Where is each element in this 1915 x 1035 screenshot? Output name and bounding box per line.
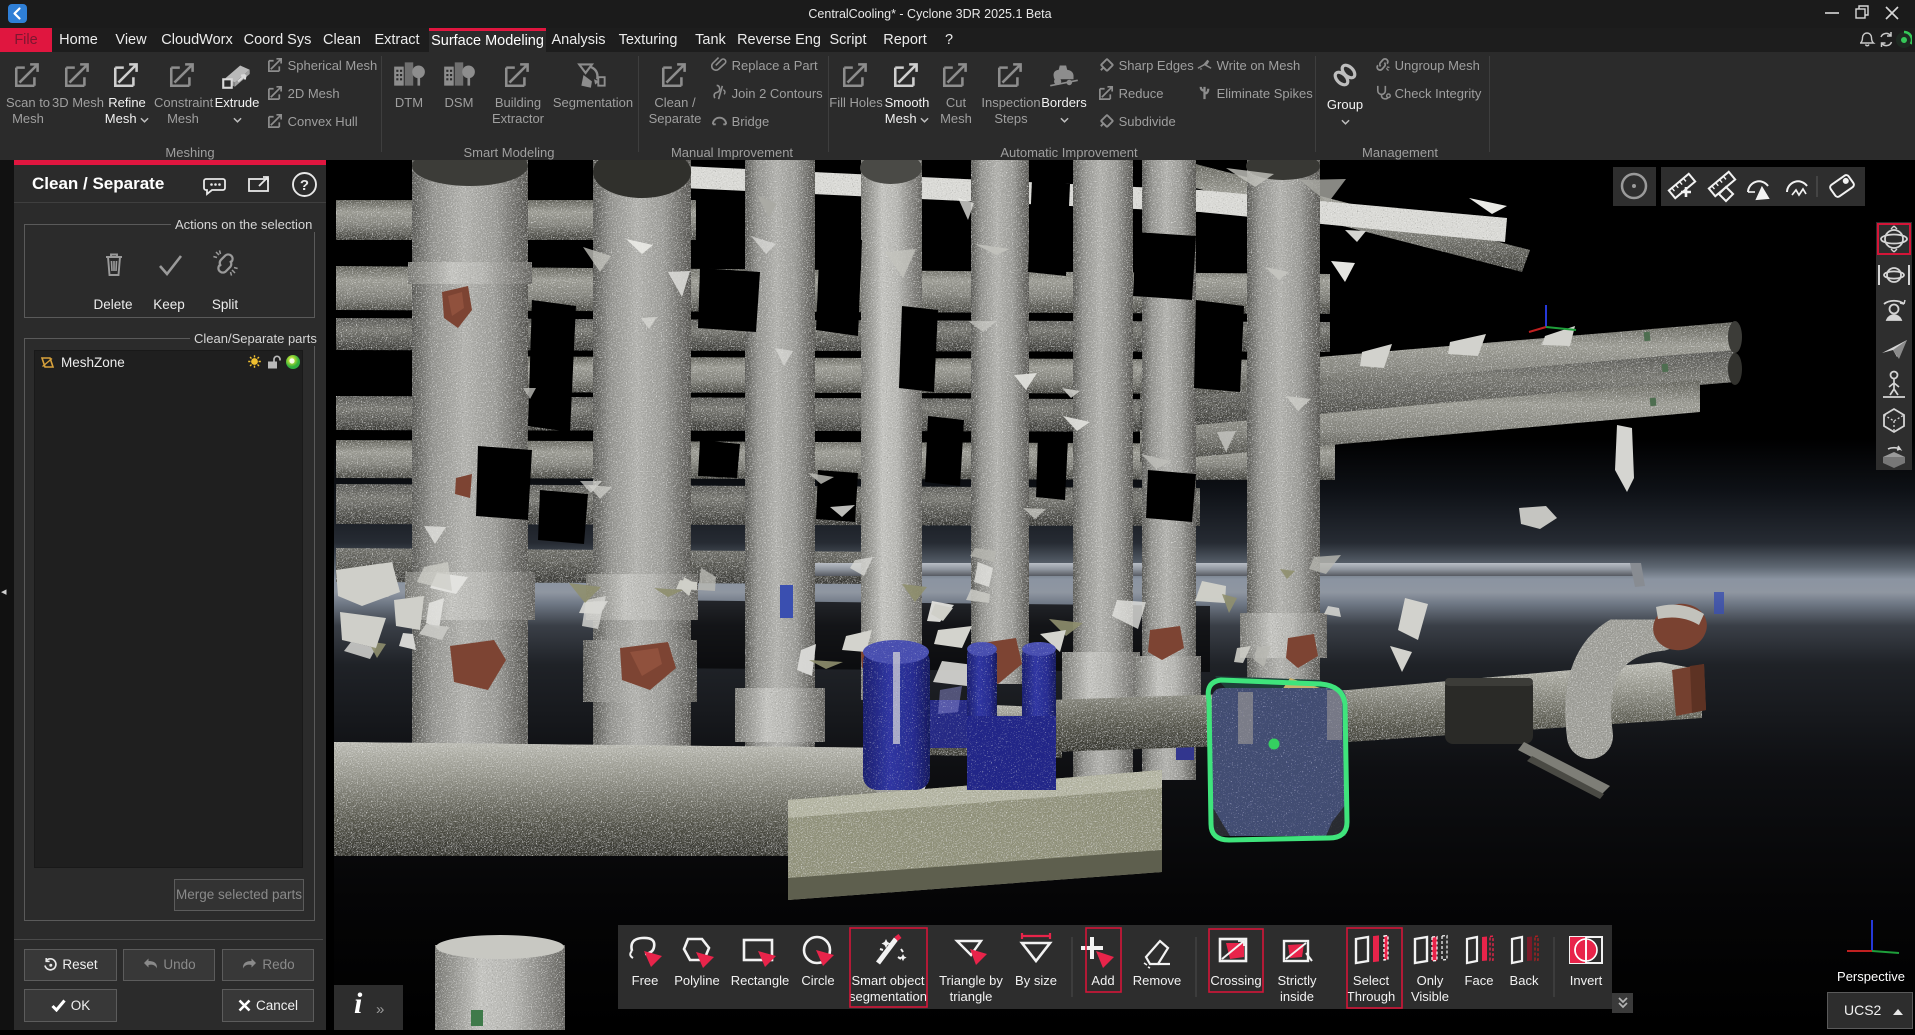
svg-text:Rectangle: Rectangle — [731, 973, 790, 988]
svg-text:Circle: Circle — [801, 973, 834, 988]
svg-text:segmentation: segmentation — [849, 989, 927, 1004]
svg-text:Free: Free — [632, 973, 659, 988]
svg-text:Triangle by: Triangle by — [939, 973, 1003, 988]
svg-text:By size: By size — [1015, 973, 1057, 988]
svg-text:Select: Select — [1353, 973, 1390, 988]
svg-text:?: ? — [300, 177, 309, 194]
svg-text:Only: Only — [1417, 973, 1444, 988]
svg-text:Smart object: Smart object — [852, 973, 925, 988]
svg-text:Polyline: Polyline — [674, 973, 720, 988]
svg-text:Invert: Invert — [1570, 973, 1603, 988]
svg-text:triangle: triangle — [950, 989, 993, 1004]
svg-text:Add: Add — [1091, 973, 1114, 988]
svg-text:Face: Face — [1465, 973, 1494, 988]
svg-text:Through: Through — [1347, 989, 1395, 1004]
svg-text:Strictly: Strictly — [1278, 973, 1318, 988]
svg-text:Remove: Remove — [1133, 973, 1181, 988]
svg-text:inside: inside — [1280, 989, 1314, 1004]
svg-text:Visible: Visible — [1411, 989, 1449, 1004]
svg-text:Crossing: Crossing — [1210, 973, 1261, 988]
svg-text:Back: Back — [1510, 973, 1539, 988]
